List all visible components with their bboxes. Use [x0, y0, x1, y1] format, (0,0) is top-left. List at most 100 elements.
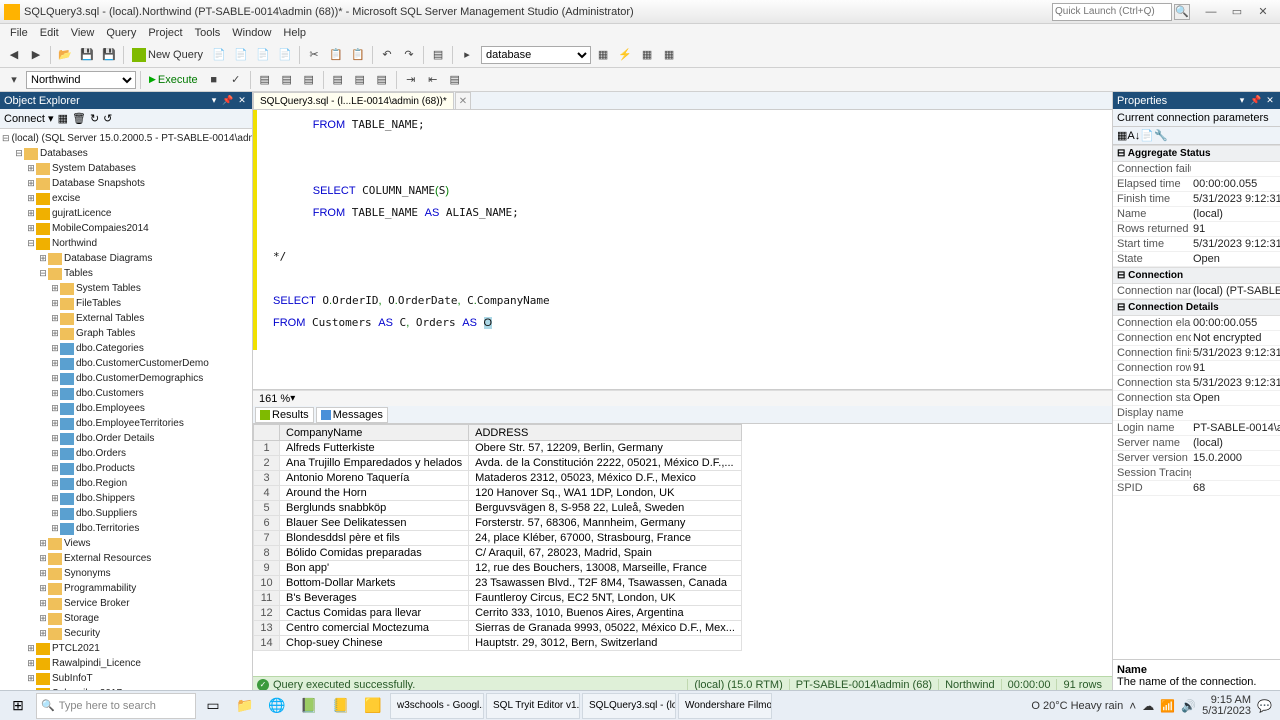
editor-tab[interactable]: SQLQuery3.sql - (l...LE-0014\admin (68))… [253, 92, 454, 109]
sql-editor[interactable]: FROM TABLE_NAME; SELECT COLUMN_NAME(S) F… [253, 110, 1112, 390]
pin-icon[interactable]: 📌 [1250, 95, 1262, 107]
wifi-icon[interactable]: 📶 [1160, 699, 1175, 713]
prop-row[interactable]: Rows returned91 [1113, 222, 1280, 237]
quick-launch[interactable]: 🔍 [1052, 3, 1190, 21]
cell[interactable]: Forsterstr. 57, 68306, Mannheim, Germany [469, 516, 742, 531]
notifications-icon[interactable]: 💬 [1257, 699, 1272, 713]
prop-row[interactable]: Connection rows re91 [1113, 361, 1280, 376]
cell[interactable]: Blauer See Delikatessen [280, 516, 469, 531]
paste-icon[interactable]: 📋 [348, 45, 368, 65]
pin-icon[interactable]: ▾ [208, 95, 220, 107]
tree-node[interactable]: ⊞Rawalpindi_Licence [2, 656, 250, 671]
prop-row[interactable]: Connection elapse00:00:00.055 [1113, 316, 1280, 331]
stop-icon[interactable]: ■ [204, 70, 224, 90]
tool-icon[interactable]: ⚡ [615, 45, 635, 65]
tree-node[interactable]: ⊟Databases [2, 146, 250, 161]
cell[interactable]: Bottom-Dollar Markets [280, 576, 469, 591]
close-button[interactable]: ✕ [1250, 3, 1276, 21]
copy-icon[interactable]: 📋 [326, 45, 346, 65]
messages-tab[interactable]: Messages [316, 407, 388, 423]
prop-row[interactable]: Display name [1113, 406, 1280, 421]
tree-node[interactable]: ⊞Storage [2, 611, 250, 626]
cell[interactable]: Centro comercial Moctezuma [280, 621, 469, 636]
tree-node[interactable]: ⊞MobileCompaies2014 [2, 221, 250, 236]
db-selector[interactable]: ▸ database [457, 45, 591, 65]
plan-icon[interactable]: ▤ [299, 70, 319, 90]
undo-icon[interactable]: ↶ [377, 45, 397, 65]
file-icon[interactable]: 📄 [253, 45, 273, 65]
cell[interactable]: 23 Tsawassen Blvd., T2F 8M4, Tsawassen, … [469, 576, 742, 591]
db-combo[interactable]: database [481, 46, 591, 64]
volume-icon[interactable]: 🔊 [1181, 699, 1196, 713]
tree-node[interactable]: ⊞dbo.Region [2, 476, 250, 491]
col-header[interactable]: ADDRESS [469, 425, 742, 441]
onedrive-icon[interactable]: ☁ [1142, 699, 1154, 713]
parse-icon[interactable]: ✓ [226, 70, 246, 90]
prop-category[interactable]: ⊟ Connection [1113, 267, 1280, 284]
plan-icon[interactable]: ▤ [255, 70, 275, 90]
close-icon[interactable]: ✕ [236, 95, 248, 107]
tree-node[interactable]: ⊞dbo.Suppliers [2, 506, 250, 521]
tool-icon[interactable]: ▦ [637, 45, 657, 65]
open-icon[interactable]: 📂 [55, 45, 75, 65]
cell[interactable]: Obere Str. 57, 12209, Berlin, Germany [469, 441, 742, 456]
tree-node[interactable]: ⊞dbo.EmployeeTerritories [2, 416, 250, 431]
cell[interactable]: Alfreds Futterkiste [280, 441, 469, 456]
file-icon[interactable]: 📄 [231, 45, 251, 65]
tree-node[interactable]: ⊞Security [2, 626, 250, 641]
minimize-button[interactable]: — [1198, 3, 1224, 21]
tree-node[interactable]: ⊞Graph Tables [2, 326, 250, 341]
prop-row[interactable]: Start time5/31/2023 9:12:31 AM [1113, 237, 1280, 252]
cut-icon[interactable]: ✂ [304, 45, 324, 65]
new-query-button[interactable]: New Query [128, 48, 207, 62]
prop-row[interactable]: Login namePT-SABLE-0014\admin [1113, 421, 1280, 436]
prop-row[interactable]: Connection encrypNot encrypted [1113, 331, 1280, 346]
comment-icon[interactable]: ▤ [428, 45, 448, 65]
tree-node[interactable]: ⊞dbo.Territories [2, 521, 250, 536]
prop-row[interactable]: Server name(local) [1113, 436, 1280, 451]
cell[interactable]: Berguvsvägen 8, S-958 22, Luleå, Sweden [469, 501, 742, 516]
tree-node[interactable]: ⊞dbo.CustomerDemographics [2, 371, 250, 386]
props-header-combo[interactable]: Current connection parameters [1113, 109, 1280, 127]
opt-icon[interactable]: ▤ [350, 70, 370, 90]
quick-launch-input[interactable] [1052, 3, 1172, 21]
task-view-icon[interactable]: ▭ [198, 692, 228, 720]
cell[interactable]: Hauptstr. 29, 3012, Bern, Switzerland [469, 636, 742, 651]
cell[interactable]: Chop-suey Chinese [280, 636, 469, 651]
col-header[interactable]: CompanyName [280, 425, 469, 441]
cell[interactable]: 12, rue des Bouchers, 13008, Marseille, … [469, 561, 742, 576]
prop-row[interactable]: Name(local) [1113, 207, 1280, 222]
tool-icon[interactable]: ▦ [659, 45, 679, 65]
tree-node[interactable]: ⊞dbo.Shippers [2, 491, 250, 506]
opt-icon[interactable]: ▤ [328, 70, 348, 90]
plan-icon[interactable]: ▤ [277, 70, 297, 90]
results-tab[interactable]: Results [255, 407, 314, 423]
cell[interactable]: Bólido Comidas preparadas [280, 546, 469, 561]
pin-icon[interactable]: 📌 [222, 95, 234, 107]
filter-icon[interactable]: ▦ [58, 112, 68, 125]
stop-icon[interactable]: ↺ [103, 112, 112, 125]
cell[interactable]: Fauntleroy Circus, EC2 5NT, London, UK [469, 591, 742, 606]
cell[interactable]: 120 Hanover Sq., WA1 1DP, London, UK [469, 486, 742, 501]
comment-icon[interactable]: ▤ [445, 70, 465, 90]
close-icon[interactable]: ✕ [1264, 95, 1276, 107]
menu-project[interactable]: Project [142, 27, 188, 39]
tree-node[interactable]: ⊞gujratLicence [2, 206, 250, 221]
taskbar-app[interactable]: SQLQuery3.sql - (lo... [582, 693, 676, 719]
menu-tools[interactable]: Tools [189, 27, 227, 39]
tree-node[interactable]: ⊞PTCL2021 [2, 641, 250, 656]
tree-node[interactable]: ⊞dbo.Categories [2, 341, 250, 356]
tree-node[interactable]: ⊞SubInfoT [2, 671, 250, 686]
tree-node[interactable]: ⊞Views [2, 536, 250, 551]
tree-node[interactable]: ⊞External Tables [2, 311, 250, 326]
wrench-icon[interactable]: 🔧 [1154, 129, 1168, 142]
connect-button[interactable]: Connect ▾ [4, 112, 54, 125]
dropdown-icon[interactable]: ▾ [4, 70, 24, 90]
tree-root[interactable]: ⊟(local) (SQL Server 15.0.2000.5 - PT-SA… [2, 131, 250, 146]
cell[interactable]: Mataderos 2312, 05023, México D.F., Mexi… [469, 471, 742, 486]
opt-icon[interactable]: ▤ [372, 70, 392, 90]
cell[interactable]: B's Beverages [280, 591, 469, 606]
cell[interactable]: Sierras de Granada 9993, 05022, México D… [469, 621, 742, 636]
cell[interactable]: Berglunds snabbköp [280, 501, 469, 516]
maximize-button[interactable]: ▭ [1224, 3, 1250, 21]
